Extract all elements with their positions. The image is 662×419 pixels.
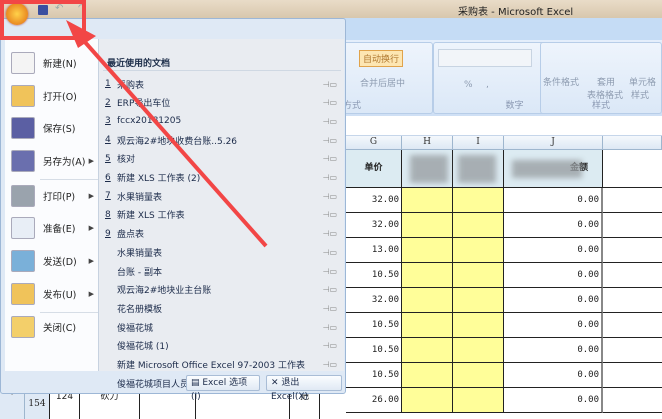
arrow-head xyxy=(66,20,96,48)
annotation-arrow xyxy=(66,20,268,248)
arrow-shaft xyxy=(74,30,268,248)
